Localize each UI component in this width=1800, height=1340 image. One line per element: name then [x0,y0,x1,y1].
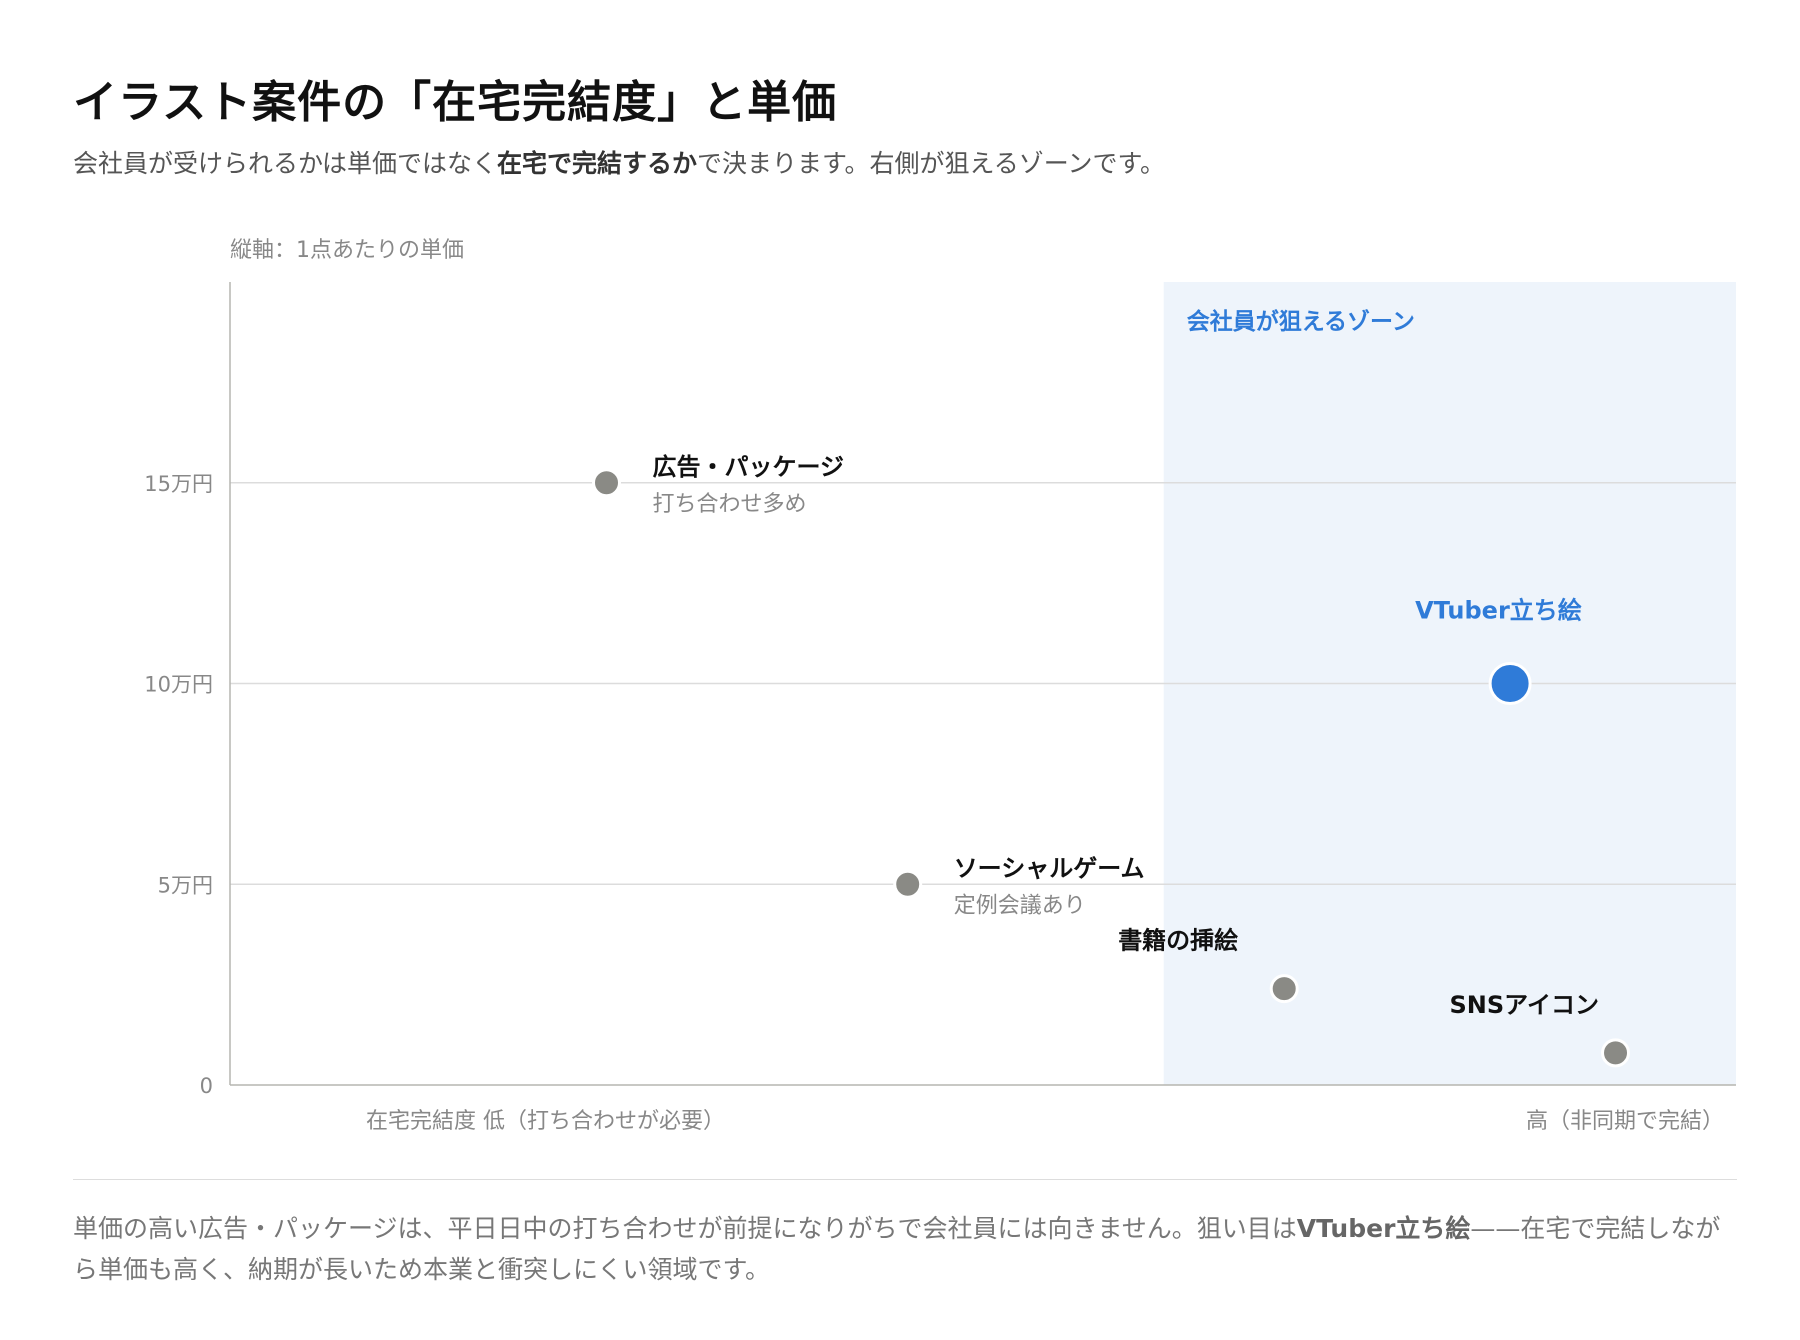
footer-emphasis: VTuber立ち絵 [1296,1214,1471,1243]
y-tick-label: 15万円 [144,472,213,496]
data-point-label: 広告・パッケージ [653,453,845,481]
data-point-highlight [1488,662,1532,705]
scatter-chart: 会社員が狙えるゾーン 0 5万円 10万円 15万円 縦軸：1点あたりの単価在宅完結度 低… [144,238,1736,1134]
x-axis-label-low: 在宅完結度 低（打ち合わせが必要） [366,1109,725,1134]
footer-divider [73,1179,1737,1180]
data-point-note: 打ち合わせ多め [653,492,807,517]
data-point [592,468,621,498]
footer-text: 単価の高い広告・パッケージは、平日日中の打ち合わせが前提になりがちで会社員には向… [73,1214,1297,1243]
data-point-label: VTuber立ち絵 [1415,597,1582,625]
y-tick-label: 0 [200,1074,213,1098]
footer-note: 単価の高い広告・パッケージは、平日日中の打ち合わせが前提になりがちで会社員には向… [73,1208,1733,1290]
data-point [893,869,923,899]
data-point-label: ソーシャルゲーム [954,854,1145,882]
data-point [1601,1038,1631,1068]
chart-page: イラスト案件の「在宅完結度」と単価 会社員が受けられるかは単価ではなく在宅で完結… [0,0,1800,1340]
zone-label: 会社員が狙えるゾーン [1187,308,1415,335]
y-axis-label: 縦軸：1点あたりの単価 [230,238,464,263]
x-axis-label-high: 高（非同期で完結） [1526,1109,1724,1134]
data-point-label: 書籍の挿絵 [1118,927,1238,955]
data-point [1269,974,1299,1004]
data-point-note: 定例会議あり [954,893,1086,918]
y-tick-label: 10万円 [144,673,213,697]
data-point-label: SNSアイコン [1450,991,1599,1019]
y-tick-label: 5万円 [158,873,213,897]
